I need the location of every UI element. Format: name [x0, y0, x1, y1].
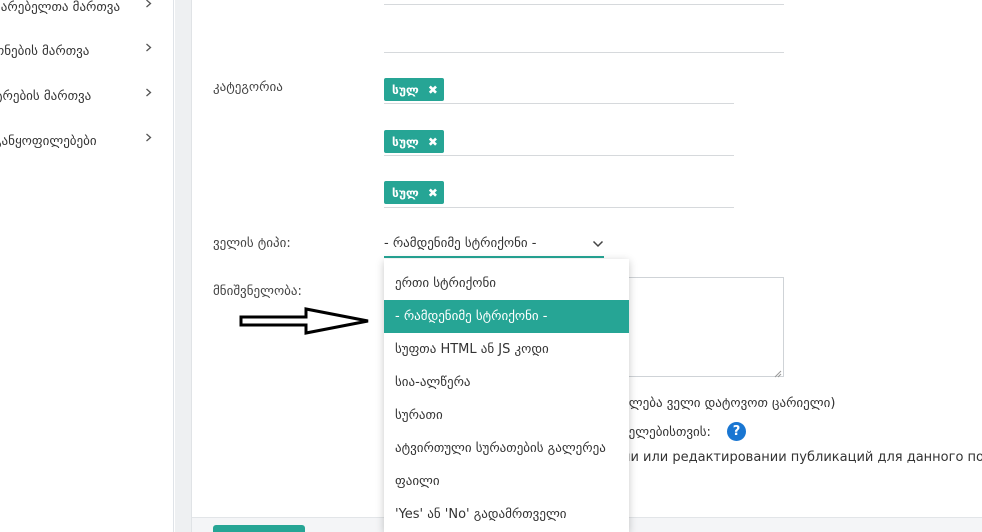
chevron-down-icon: [592, 238, 604, 250]
sidebar-item-filters[interactable]: ტრების მართვა: [0, 84, 174, 108]
sidebar: მარებელთა მართვა ონების მართვა ტრების მა…: [0, 0, 174, 532]
scroll-gutter: [175, 0, 192, 532]
fields-for-label: ველებისთვის:: [622, 425, 711, 440]
sidebar-item-sections[interactable]: განყოფილებები: [0, 129, 174, 153]
field-type-select[interactable]: - რამდენიმე სტრიქონი -: [384, 232, 604, 258]
category-tag: სულ ✖: [384, 130, 444, 153]
sidebar-item-label: განყოფილებები: [0, 133, 97, 149]
dropdown-option[interactable]: სურათი: [384, 399, 629, 432]
annotation-arrow-icon: [239, 307, 369, 335]
remove-tag-icon[interactable]: ✖: [428, 136, 438, 148]
chevron-right-icon: [144, 133, 153, 142]
optional-hint: ძლება ველი დატოვოთ ცარიელი): [622, 396, 836, 411]
dropdown-option[interactable]: 'Yes' ან 'No' გადამრთველი: [384, 498, 629, 531]
dropdown-option-selected[interactable]: - რამდენიმე სტრიქონი -: [384, 300, 629, 333]
sidebar-item-label: მარებელთა მართვა: [0, 0, 121, 15]
field-type-dropdown: ერთი სტრიქონი - რამდენიმე სტრიქონი - სუფ…: [384, 259, 629, 532]
field-underline: [384, 155, 734, 156]
dropdown-option[interactable]: ერთი სტრიქონი: [384, 267, 629, 300]
sidebar-item-label: ონების მართვა: [0, 43, 90, 59]
resize-grip-icon[interactable]: [774, 367, 782, 378]
tag-label: სულ: [392, 134, 419, 149]
field-type-label: ველის ტიპი:: [213, 236, 291, 251]
help-icon[interactable]: ?: [727, 422, 746, 441]
publication-hint: ии или редактировании публикаций для дан…: [622, 450, 982, 465]
tag-label: სულ: [392, 82, 419, 97]
field-underline: [384, 207, 734, 208]
chevron-right-icon: [144, 43, 153, 52]
chevron-right-icon: [144, 0, 153, 8]
tag-label: სულ: [392, 185, 419, 200]
sidebar-item-label: ტრების მართვა: [0, 88, 92, 104]
dropdown-option[interactable]: ატვირთული სურათების გალერეა: [384, 432, 629, 465]
meaning-label: მნიშვნელობა:: [213, 284, 302, 299]
dropdown-option[interactable]: სია-ალწერა: [384, 366, 629, 399]
category-label: კატეგორია: [213, 80, 283, 95]
field-underline: [384, 52, 784, 53]
category-tag: სულ ✖: [384, 78, 444, 101]
sidebar-item-options[interactable]: ონების მართვა: [0, 39, 174, 63]
save-button[interactable]: [213, 525, 305, 532]
field-type-value: - რამდენიმე სტრიქონი -: [384, 236, 537, 251]
remove-tag-icon[interactable]: ✖: [428, 187, 438, 199]
remove-tag-icon[interactable]: ✖: [428, 84, 438, 96]
field-underline: [384, 103, 734, 104]
dropdown-option[interactable]: ფაილი: [384, 465, 629, 498]
category-tag: სულ ✖: [384, 181, 444, 204]
sidebar-item-users[interactable]: მარებელთა მართვა: [0, 0, 174, 19]
chevron-right-icon: [144, 88, 153, 97]
dropdown-option[interactable]: სუფთა HTML ან JS კოდი: [384, 333, 629, 366]
field-underline: [384, 4, 784, 5]
